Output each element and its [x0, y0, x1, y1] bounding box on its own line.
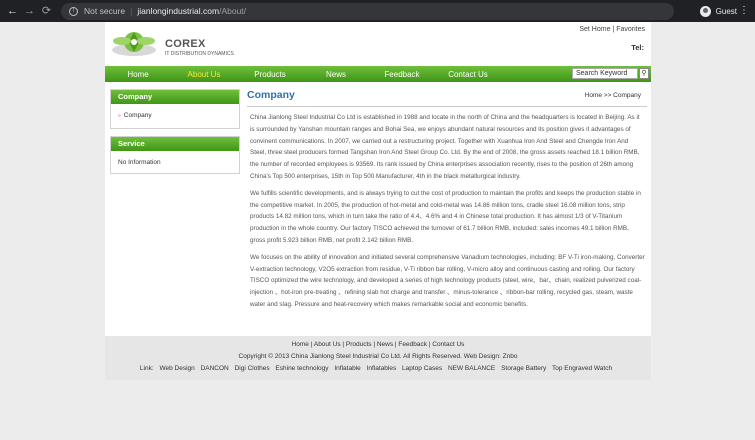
- footer-link[interactable]: Inflatable: [334, 365, 360, 372]
- address-bar[interactable]: ! Not secure | jianlongindustrial.com/Ab…: [61, 2, 674, 20]
- site-header: COREX IT DISTRIBUTION DYNAMICS Set Home …: [105, 22, 651, 64]
- back-icon[interactable]: ←: [4, 0, 21, 22]
- footer-link[interactable]: Laptop Cases: [402, 365, 442, 372]
- footer-link[interactable]: Eshine technology: [275, 365, 328, 372]
- url-path: /About/: [219, 6, 247, 16]
- avatar-icon: [699, 5, 711, 17]
- top-links: Set Home | Favorites: [579, 26, 645, 33]
- footer-link[interactable]: Web Design: [159, 365, 194, 372]
- browser-toolbar: ← → ⟳ ! Not secure | jianlongindustrial.…: [0, 0, 755, 22]
- content-paragraph-3: We focuses on the ability of innovation …: [250, 253, 645, 308]
- breadcrumb[interactable]: Home >> Company: [585, 92, 641, 99]
- more-menu-icon[interactable]: ⋮: [739, 3, 749, 19]
- nav-news[interactable]: News: [303, 70, 369, 79]
- footer-nav[interactable]: Home | About Us | Products | News | Feed…: [105, 339, 651, 351]
- nav-about-us-label: About Us: [187, 69, 221, 79]
- web-page: COREX IT DISTRIBUTION DYNAMICS Set Home …: [105, 22, 651, 380]
- site-footer: Home | About Us | Products | News | Feed…: [105, 336, 651, 380]
- footer-link[interactable]: Digi Clothes: [235, 365, 270, 372]
- footer-copyright: Copyright © 2013 China Jianlong Steel In…: [238, 353, 518, 360]
- search-icon[interactable]: ⚲: [639, 68, 649, 79]
- search-input[interactable]: Search Keyword: [572, 68, 638, 79]
- sidebar-company-title: Company: [111, 90, 239, 104]
- nav-contact-us[interactable]: Contact Us: [435, 70, 501, 79]
- sidebar-service-box: Service No Information: [110, 136, 240, 174]
- profile-label: Guest: [715, 6, 737, 16]
- content-paragraph-1: China Jianlong Steel Industrial Co Ltd i…: [250, 114, 640, 180]
- footer-link-label: Link:: [139, 365, 154, 372]
- nav-home[interactable]: Home: [105, 70, 171, 79]
- sidebar-item-label: Company: [123, 112, 152, 119]
- nav-about-us[interactable]: About Us ▲: [171, 69, 237, 85]
- sidebar-service-empty: No Information: [118, 159, 161, 166]
- forward-icon[interactable]: →: [21, 0, 38, 22]
- main-content: Company Home >> Company China Jianlong S…: [247, 89, 647, 311]
- reload-icon[interactable]: ⟳: [38, 0, 55, 22]
- footer-link[interactable]: NEW BALANCE: [448, 365, 495, 372]
- address-separator: |: [130, 6, 133, 16]
- warning-icon[interactable]: !: [69, 6, 78, 16]
- not-secure-label: Not secure: [84, 6, 126, 16]
- footer-link[interactable]: Inflatables: [367, 365, 397, 372]
- sidebar-company-box: Company » Company: [110, 89, 240, 129]
- main-nav: Home About Us ▲ Products News Feedback C…: [105, 66, 651, 85]
- brand-name: COREX: [165, 38, 206, 50]
- brand-tagline: IT DISTRIBUTION DYNAMICS: [165, 51, 234, 57]
- active-caret-icon: ▲: [202, 79, 206, 85]
- footer-link[interactable]: Top Engraved Watch: [552, 365, 612, 372]
- footer-link[interactable]: Storage Battery: [501, 365, 546, 372]
- title-divider: [247, 106, 647, 107]
- footer-links: Link: Web Design DANCON Digi Clothes Esh…: [105, 363, 651, 375]
- logo-mark-icon: [112, 32, 156, 56]
- sidebar-service-title: Service: [111, 137, 239, 151]
- sidebar-item-company[interactable]: » Company: [111, 104, 239, 119]
- telephone-label: Tel:: [631, 43, 644, 52]
- site-logo[interactable]: COREX IT DISTRIBUTION DYNAMICS: [111, 26, 251, 62]
- favorites-link[interactable]: Favorites: [616, 26, 645, 33]
- bullet-icon: »: [118, 113, 121, 119]
- content-paragraph-2: We fulfills scientific developments, and…: [250, 189, 641, 244]
- footer-link[interactable]: DANCON: [201, 365, 229, 372]
- nav-feedback[interactable]: Feedback: [369, 70, 435, 79]
- url-host: jianlongindustrial.com: [137, 6, 220, 16]
- nav-products[interactable]: Products: [237, 70, 303, 79]
- set-home-link[interactable]: Set Home: [579, 26, 610, 33]
- profile-button[interactable]: Guest: [699, 3, 737, 19]
